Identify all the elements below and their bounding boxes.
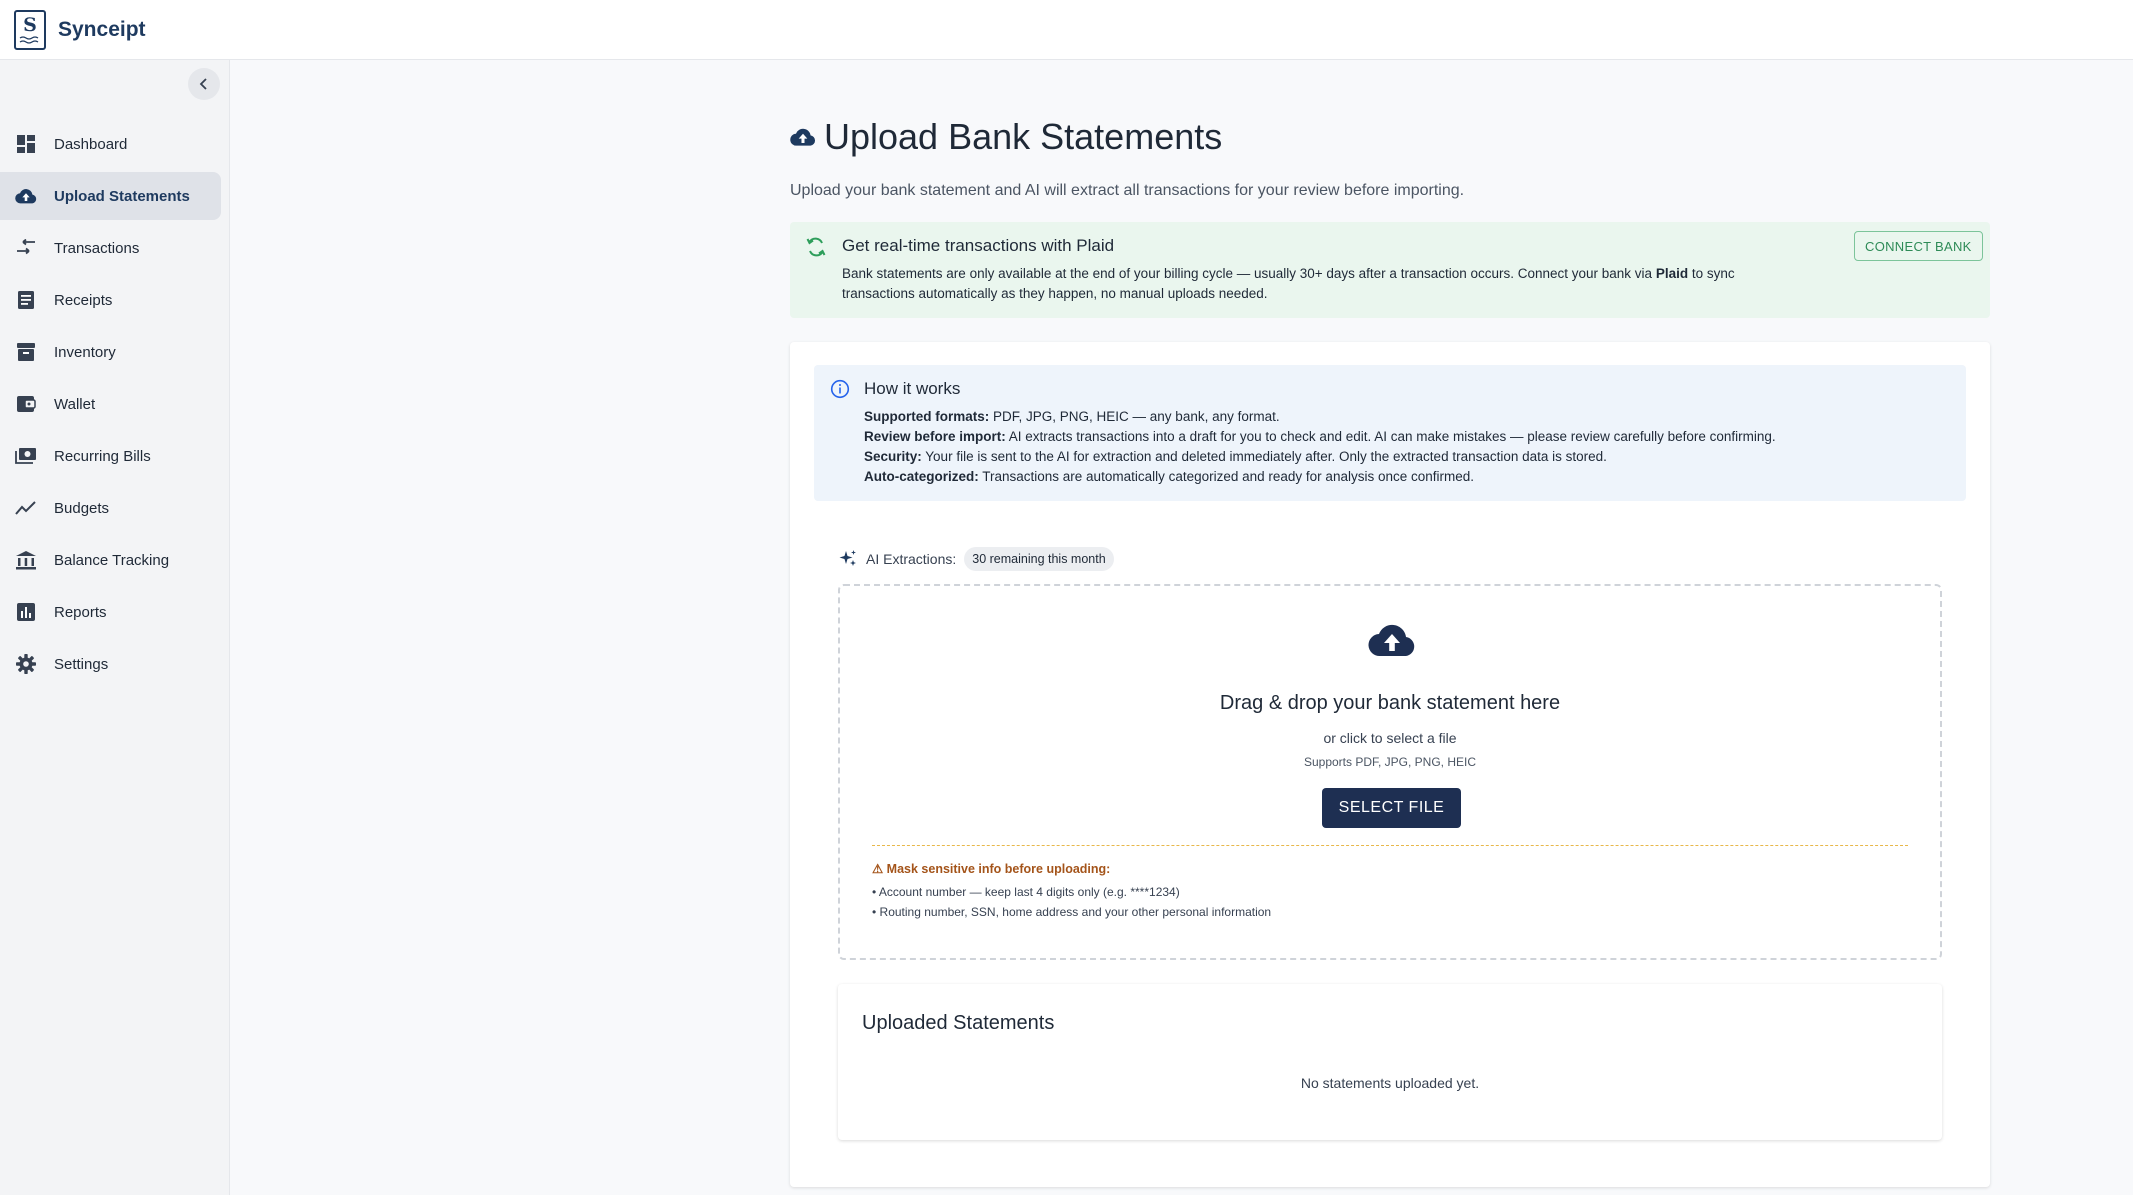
brand-name[interactable]: Synceipt	[58, 18, 146, 42]
how-it-works-panel: How it works Supported formats: PDF, JPG…	[814, 365, 1966, 501]
how-it-works-line: Supported formats: PDF, JPG, PNG, HEIC —…	[864, 407, 1776, 427]
sidebar-item-label: Upload Statements	[54, 187, 190, 205]
logo-waves-icon	[19, 35, 39, 44]
sidebar-item-balance-tracking[interactable]: Balance Tracking	[0, 536, 221, 584]
receipt-icon	[15, 289, 37, 311]
dropzone-subtitle: or click to select a file	[1323, 730, 1457, 746]
warning-divider	[872, 845, 1908, 846]
line-text: Transactions are automatically categoriz…	[978, 469, 1475, 484]
dropzone-title: Drag & drop your bank statement here	[1219, 692, 1561, 714]
collapse-sidebar-button[interactable]	[188, 68, 220, 100]
sidebar-item-label: Wallet	[54, 395, 96, 413]
how-it-works-line: Security: Your file is sent to the AI fo…	[864, 447, 1776, 467]
how-it-works-line: Auto-categorized: Transactions are autom…	[864, 467, 1776, 487]
empty-state-text: No statements uploaded yet.	[1300, 1075, 1480, 1091]
plaid-emphasis: Plaid	[1655, 266, 1689, 281]
sidebar-item-transactions[interactable]: Transactions	[0, 224, 221, 272]
top-bar: S Synceipt	[0, 0, 2133, 60]
dashboard-icon	[15, 133, 37, 155]
sidebar-item-recurring-bills[interactable]: Recurring Bills	[0, 432, 221, 480]
sidebar-item-label: Inventory	[54, 343, 116, 361]
sidebar-item-wallet[interactable]: Wallet	[0, 380, 221, 428]
sidebar-item-label: Receipts	[54, 291, 113, 309]
plaid-text: Bank statements are only available at th…	[842, 266, 1656, 281]
sidebar-item-label: Budgets	[54, 499, 110, 517]
how-it-works-line: Review before import: AI extracts transa…	[864, 427, 1776, 447]
file-dropzone[interactable]: Drag & drop your bank statement here or …	[838, 584, 1942, 960]
line-label: Supported formats:	[864, 409, 990, 424]
how-it-works-title: How it works	[864, 379, 961, 398]
page-header: Upload Bank Statements	[790, 116, 1222, 158]
how-it-works-list: Supported formats: PDF, JPG, PNG, HEIC —…	[864, 407, 1776, 487]
logo-letter: S	[23, 13, 37, 36]
cloud-upload-icon	[1368, 624, 1415, 657]
sidebar-item-label: Transactions	[54, 239, 140, 257]
sidebar-nav: Dashboard Upload Statements Transactions…	[0, 120, 230, 692]
cloud-upload-icon	[15, 185, 37, 207]
info-icon	[830, 379, 850, 399]
plaid-description: Bank statements are only available at th…	[842, 264, 1792, 304]
sidebar: Dashboard Upload Statements Transactions…	[0, 60, 230, 1195]
sidebar-item-inventory[interactable]: Inventory	[0, 328, 221, 376]
app-logo[interactable]: S	[14, 9, 46, 50]
plaid-banner: Get real-time transactions with Plaid Ba…	[790, 222, 1990, 318]
bar-chart-icon	[15, 601, 37, 623]
mask-warning-line: • Account number — keep last 4 digits on…	[872, 885, 1180, 899]
sidebar-item-label: Settings	[54, 655, 109, 673]
sidebar-item-label: Balance Tracking	[54, 551, 170, 569]
dropzone-formats: Supports PDF, JPG, PNG, HEIC	[1303, 755, 1477, 769]
sidebar-item-dashboard[interactable]: Dashboard	[0, 120, 221, 168]
bills-icon	[15, 445, 37, 467]
trending-icon	[15, 497, 37, 519]
wallet-icon	[15, 393, 37, 415]
line-text: PDF, JPG, PNG, HEIC — any bank, any form…	[989, 409, 1280, 424]
sidebar-item-label: Reports	[54, 603, 107, 621]
sidebar-item-settings[interactable]: Settings	[0, 640, 221, 688]
sync-icon	[806, 237, 826, 257]
line-text: AI extracts transactions into a draft fo…	[1005, 429, 1776, 444]
plaid-title: Get real-time transactions with Plaid	[842, 236, 1115, 255]
transactions-icon	[15, 237, 37, 259]
mask-warning-line: • Routing number, SSN, home address and …	[872, 905, 1272, 919]
ai-extractions-row: AI Extractions: 30 remaining this month	[838, 547, 1114, 571]
chevron-left-icon	[199, 78, 207, 90]
line-label: Security:	[864, 449, 922, 464]
sidebar-item-reports[interactable]: Reports	[0, 588, 221, 636]
gear-icon	[15, 653, 37, 675]
sidebar-item-upload-statements[interactable]: Upload Statements	[0, 172, 221, 220]
inventory-icon	[15, 341, 37, 363]
sidebar-item-label: Recurring Bills	[54, 447, 151, 465]
ai-extractions-label: AI Extractions:	[866, 551, 957, 567]
uploaded-statements-title: Uploaded Statements	[862, 1012, 1055, 1034]
connect-bank-button[interactable]: CONNECT BANK	[1854, 231, 1983, 261]
select-file-button[interactable]: SELECT FILE	[1322, 788, 1461, 828]
page-title: Upload Bank Statements	[824, 116, 1223, 157]
sidebar-item-receipts[interactable]: Receipts	[0, 276, 221, 324]
cloud-upload-icon	[790, 128, 816, 146]
line-label: Auto-categorized:	[864, 469, 979, 484]
line-text: Your file is sent to the AI for extracti…	[921, 449, 1607, 464]
uploaded-statements-panel: Uploaded Statements No statements upload…	[838, 984, 1942, 1140]
sparkle-icon	[839, 550, 856, 566]
remaining-badge: 30 remaining this month	[964, 547, 1114, 571]
sidebar-item-label: Dashboard	[54, 135, 128, 153]
upload-card: How it works Supported formats: PDF, JPG…	[790, 342, 1990, 1187]
line-label: Review before import:	[864, 429, 1006, 444]
sidebar-item-budgets[interactable]: Budgets	[0, 484, 221, 532]
bank-icon	[15, 549, 37, 571]
mask-warning-title: ⚠ Mask sensitive info before uploading:	[872, 862, 1111, 876]
page-subtitle: Upload your bank statement and AI will e…	[790, 182, 1465, 199]
